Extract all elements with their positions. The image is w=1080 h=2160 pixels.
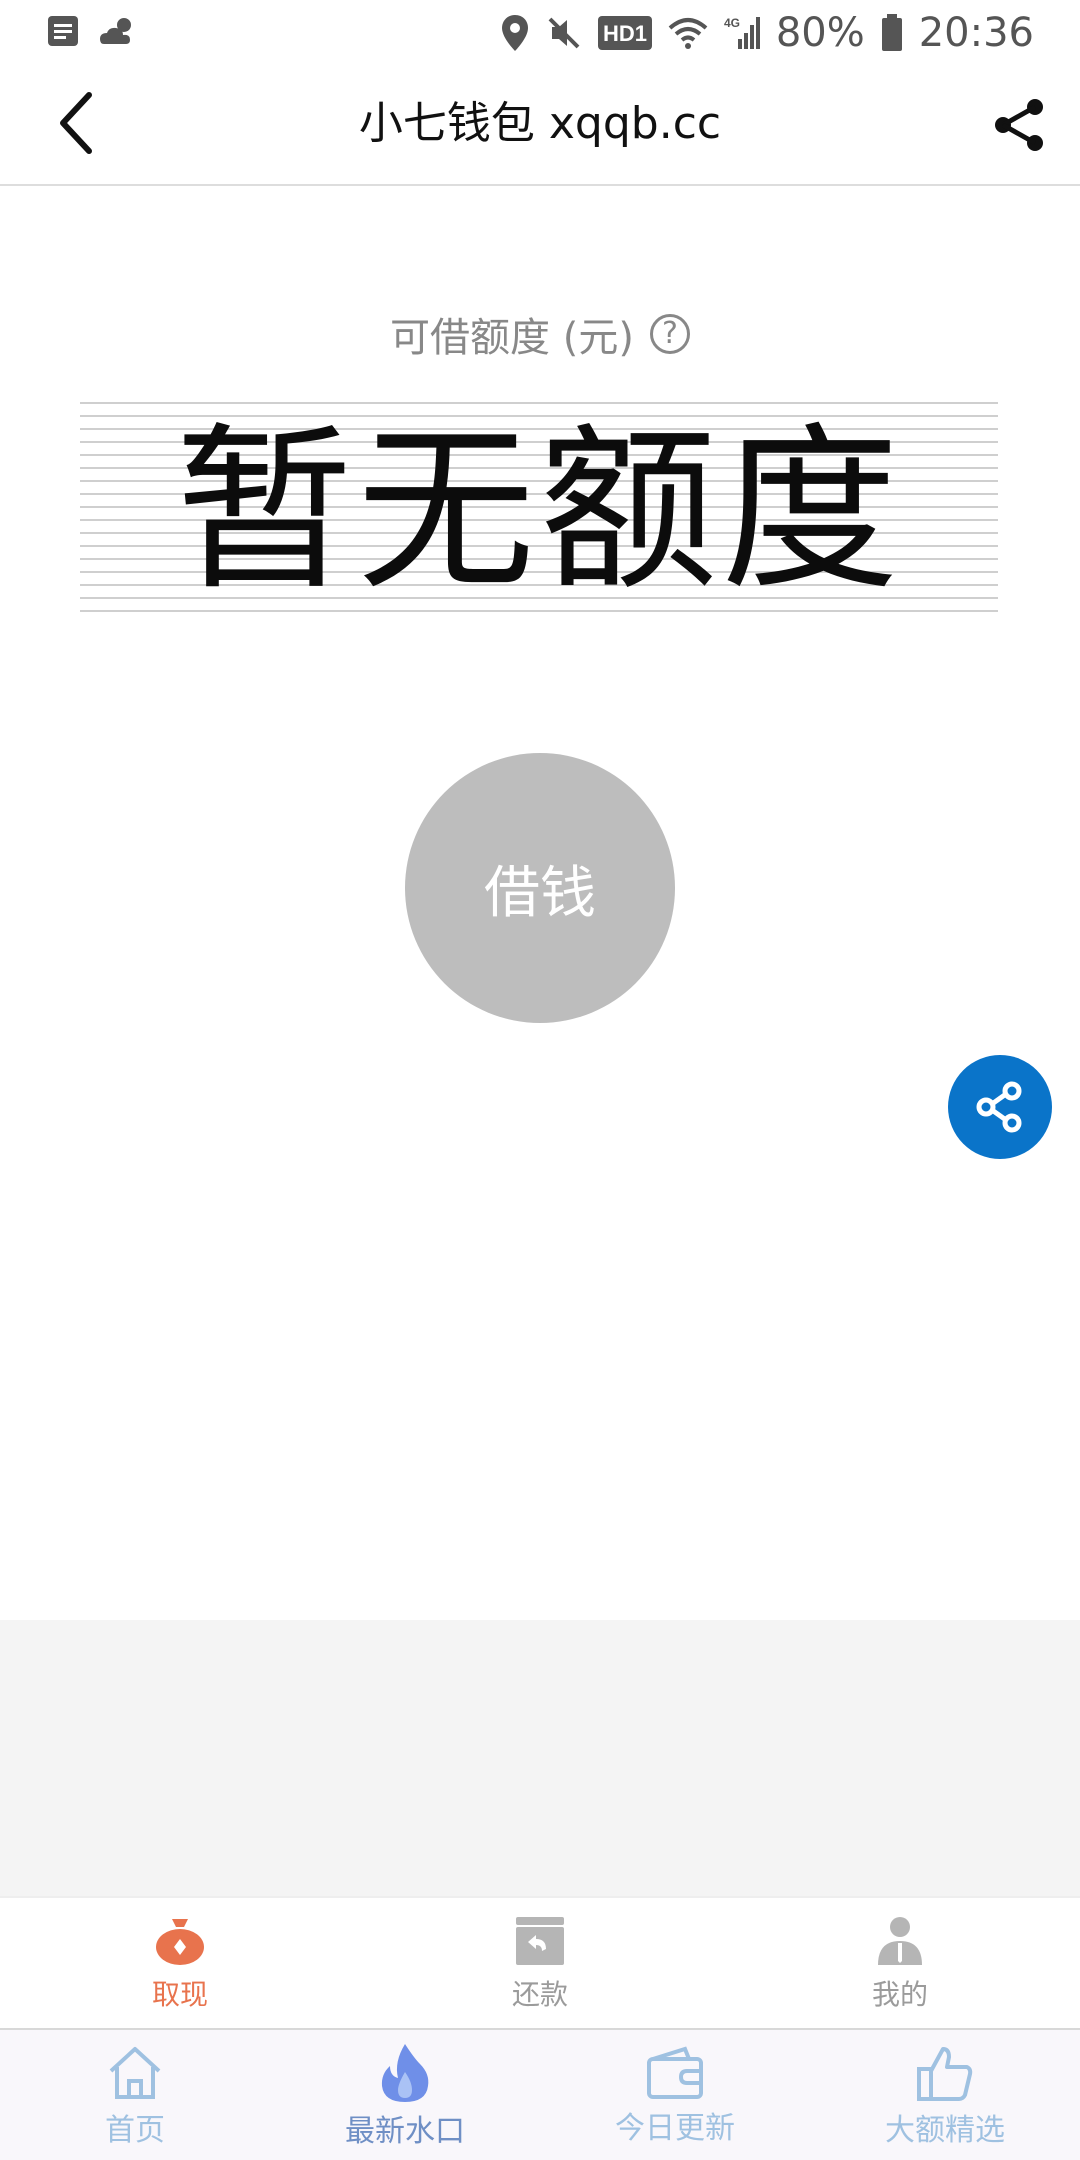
mute-icon <box>546 15 582 51</box>
notification-icon <box>46 14 80 48</box>
battery-icon <box>881 14 903 52</box>
credit-label: 可借额度 (元) <box>390 315 634 361</box>
signal-icon: 4G <box>724 15 760 51</box>
repay-icon <box>516 1917 564 1965</box>
status-left <box>46 14 140 48</box>
thumbs-up-icon <box>917 2047 973 2101</box>
borrow-button[interactable]: 借钱 <box>405 753 675 1023</box>
hd-badge-text: HD1 <box>603 21 647 46</box>
nav-today-label: 今日更新 <box>615 2111 735 2146</box>
location-icon <box>500 13 530 53</box>
status-bar: HD1 4G 80% 20:36 <box>0 0 1080 66</box>
credit-value-box: 暂无额度 <box>80 402 998 620</box>
app-screen: HD1 4G 80% 20:36 小七钱包 xqqb.cc 可借额度 (元) ? <box>0 0 1080 2160</box>
page-title: 小七钱包 xqqb.cc <box>358 98 722 149</box>
tab-mine[interactable]: 我的 <box>720 1898 1080 2030</box>
network-type-text: 4G <box>724 16 740 30</box>
weather-icon <box>98 14 140 48</box>
back-button[interactable] <box>40 88 110 158</box>
nav-home[interactable]: 首页 <box>0 2030 270 2160</box>
floating-share-button[interactable] <box>948 1055 1052 1159</box>
credit-label-row: 可借额度 (元) ? <box>0 305 1080 363</box>
nav-featured[interactable]: 大额精选 <box>810 2030 1080 2160</box>
clock: 20:36 <box>918 10 1034 56</box>
wallet-icon <box>647 2046 703 2099</box>
user-icon <box>878 1917 922 1965</box>
share-button[interactable] <box>984 90 1054 160</box>
nav-today[interactable]: 今日更新 <box>540 2030 810 2160</box>
credit-value: 暂无额度 <box>175 407 903 614</box>
hd-badge: HD1 <box>597 16 652 50</box>
nav-home-label: 首页 <box>105 2113 165 2148</box>
nav-latest-label: 最新水口 <box>345 2114 465 2149</box>
tab-withdraw[interactable]: 取现 <box>0 1898 360 2030</box>
status-right: HD1 4G 80% 20:36 <box>500 8 1034 58</box>
battery-percent: 80% <box>775 10 865 56</box>
content-spacer <box>0 1620 1080 1896</box>
tab-mine-label: 我的 <box>871 1978 928 2011</box>
bottom-nav: 首页 最新水口 今日更新 大额精选 <box>0 2028 1080 2160</box>
share-icon <box>976 1081 1022 1133</box>
fire-icon <box>381 2044 429 2102</box>
tab-repay[interactable]: 还款 <box>360 1898 720 2030</box>
app-bar: 小七钱包 xqqb.cc <box>0 66 1080 186</box>
nav-latest[interactable]: 最新水口 <box>270 2030 540 2160</box>
tab-withdraw-label: 取现 <box>151 1978 208 2011</box>
home-icon <box>109 2047 161 2099</box>
tab-repay-label: 还款 <box>511 1978 568 2011</box>
nav-featured-label: 大额精选 <box>885 2113 1005 2148</box>
wifi-icon <box>668 16 708 50</box>
money-bag-icon <box>156 1919 204 1965</box>
chevron-left-icon <box>60 92 92 154</box>
help-icon[interactable]: ? <box>649 314 690 354</box>
share-icon <box>995 99 1043 151</box>
inner-tab-bar: 取现 还款 我的 <box>0 1896 1080 2030</box>
